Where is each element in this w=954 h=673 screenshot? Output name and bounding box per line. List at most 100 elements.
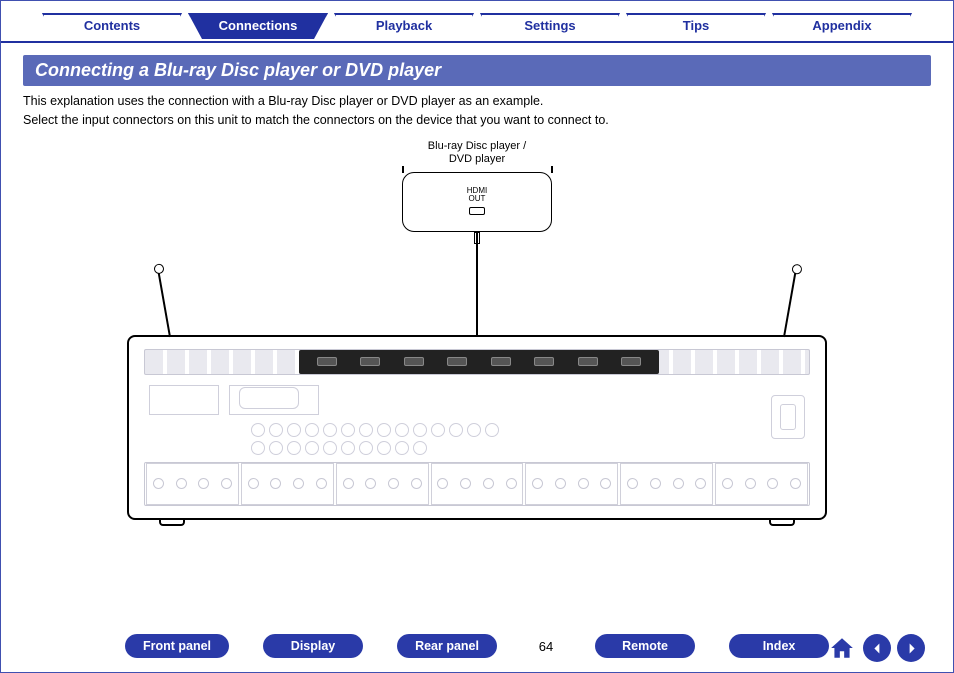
home-icon[interactable] (827, 634, 857, 662)
rca-jack-icon (305, 423, 319, 437)
rca-jack-icon (251, 441, 265, 455)
rca-jack-icon (449, 423, 463, 437)
tab-label: Contents (84, 18, 140, 33)
binding-post-icon (600, 478, 611, 489)
binding-post-icon (437, 478, 448, 489)
tab-playback[interactable]: Playback (334, 13, 474, 39)
rca-jack-icon (413, 441, 427, 455)
rca-jack-icon (305, 441, 319, 455)
hdmi-out-port-icon (469, 207, 485, 215)
binding-post-icon (673, 478, 684, 489)
rca-block (249, 421, 509, 461)
prev-page-button[interactable] (863, 634, 891, 662)
rca-jack-icon (323, 441, 337, 455)
hdmi-port-icon (491, 357, 511, 366)
tab-label: Settings (524, 18, 575, 33)
speaker-group (431, 463, 524, 505)
rca-jack-icon (377, 423, 391, 437)
binding-post-icon (555, 478, 566, 489)
bottom-nav: Front panel Display Rear panel 64 Remote… (1, 634, 953, 658)
receiver-rear-panel (127, 335, 827, 520)
tab-connections[interactable]: Connections (188, 13, 328, 39)
rca-jack-icon (269, 441, 283, 455)
tab-label: Tips (683, 18, 710, 33)
page-number: 64 (531, 639, 561, 654)
hdmi-port-icon (447, 357, 467, 366)
antenna-icon (157, 267, 171, 336)
rca-jack-icon (287, 441, 301, 455)
tab-tips[interactable]: Tips (626, 13, 766, 39)
binding-post-icon (627, 478, 638, 489)
speaker-group (241, 463, 334, 505)
source-device-label: Blu-ray Disc player / DVD player (428, 140, 526, 166)
source-device-label-line: DVD player (428, 153, 526, 166)
binding-post-icon (176, 478, 187, 489)
binding-post-icon (506, 478, 517, 489)
hdmi-port-icon (404, 357, 424, 366)
ac-inlet-icon (771, 395, 805, 439)
tab-settings[interactable]: Settings (480, 13, 620, 39)
rca-jack-icon (251, 423, 265, 437)
label-tick (402, 166, 404, 173)
speaker-terminal-row (144, 462, 810, 506)
panel-block (149, 385, 219, 415)
source-device-label-line: Blu-ray Disc player / (428, 140, 526, 153)
rca-jack-icon (287, 423, 301, 437)
binding-post-icon (153, 478, 164, 489)
tab-label: Appendix (812, 18, 871, 33)
binding-post-icon (722, 478, 733, 489)
hdmi-port-icon (621, 357, 641, 366)
binding-post-icon (578, 478, 589, 489)
tab-contents[interactable]: Contents (42, 13, 182, 39)
speaker-group (146, 463, 239, 505)
tab-appendix[interactable]: Appendix (772, 13, 912, 39)
binding-post-icon (532, 478, 543, 489)
binding-post-icon (316, 478, 327, 489)
tab-label: Connections (219, 18, 298, 33)
source-device: HDMI OUT (402, 172, 552, 232)
binding-post-icon (650, 478, 661, 489)
hdmi-port-icon (534, 357, 554, 366)
binding-post-icon (293, 478, 304, 489)
rca-jack-icon (413, 423, 427, 437)
binding-post-icon (343, 478, 354, 489)
foot-icon (159, 518, 185, 526)
binding-post-icon (411, 478, 422, 489)
rca-jack-icon (431, 423, 445, 437)
front-panel-button[interactable]: Front panel (125, 634, 229, 658)
rca-jack-icon (341, 423, 355, 437)
rca-jack-icon (323, 423, 337, 437)
tab-label: Playback (376, 18, 432, 33)
hdmi-port-icon (317, 357, 337, 366)
page-nav-icons (827, 634, 925, 662)
index-button[interactable]: Index (729, 634, 829, 658)
speaker-group (620, 463, 713, 505)
display-button[interactable]: Display (263, 634, 363, 658)
rca-jack-icon (359, 423, 373, 437)
top-tabs: Contents Connections Playback Settings T… (1, 1, 953, 43)
label-tick (551, 166, 553, 173)
binding-post-icon (745, 478, 756, 489)
connection-diagram: Blu-ray Disc player / DVD player HDMI OU… (117, 140, 837, 540)
dsub-port-icon (239, 387, 299, 409)
binding-post-icon (198, 478, 209, 489)
hdmi-out-label: HDMI OUT (403, 187, 551, 203)
hdmi-input-strip (299, 350, 659, 374)
intro-line: Select the input connectors on this unit… (23, 111, 931, 130)
speaker-group (525, 463, 618, 505)
intro-text: This explanation uses the connection wit… (23, 92, 931, 130)
binding-post-icon (365, 478, 376, 489)
rca-jack-icon (359, 441, 373, 455)
speaker-group (715, 463, 808, 505)
rca-jack-icon (377, 441, 391, 455)
remote-button[interactable]: Remote (595, 634, 695, 658)
binding-post-icon (767, 478, 778, 489)
rca-jack-icon (467, 423, 481, 437)
binding-post-icon (460, 478, 471, 489)
intro-line: This explanation uses the connection wit… (23, 92, 931, 111)
foot-icon (769, 518, 795, 526)
rca-jack-icon (395, 423, 409, 437)
binding-post-icon (483, 478, 494, 489)
rear-panel-button[interactable]: Rear panel (397, 634, 497, 658)
next-page-button[interactable] (897, 634, 925, 662)
